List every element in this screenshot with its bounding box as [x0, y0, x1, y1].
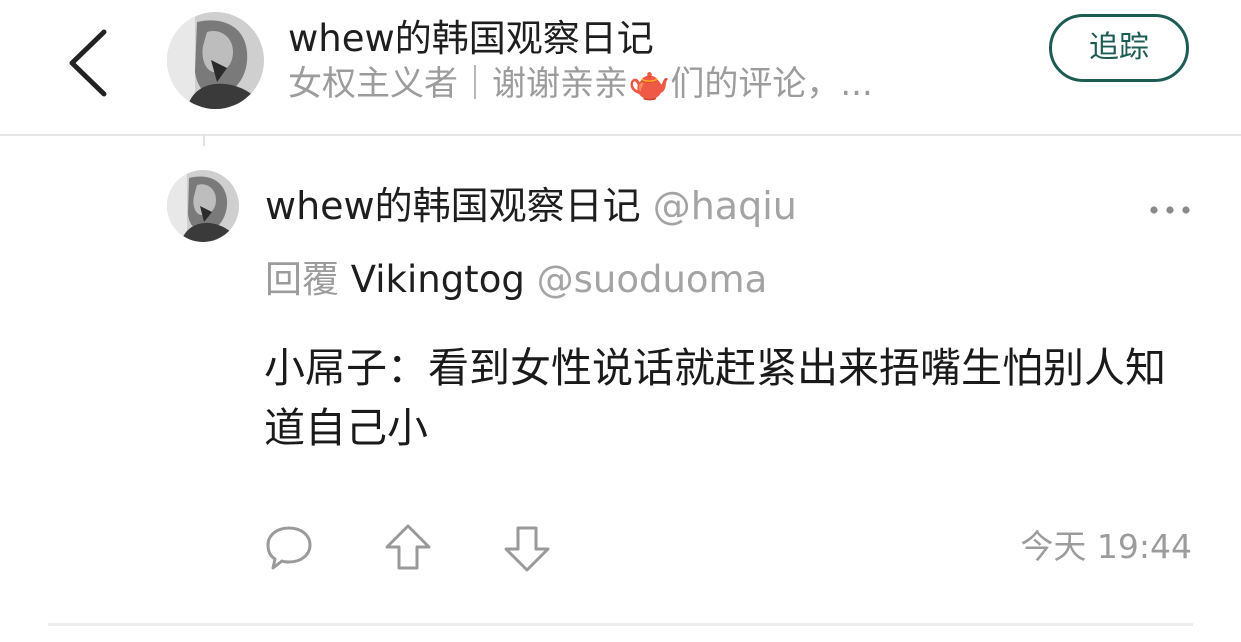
upvote-arrow-icon[interactable] [382, 522, 434, 574]
thread-connector [203, 134, 205, 146]
comment-bubble-icon[interactable] [263, 522, 315, 574]
reply-label: 回覆 [265, 258, 339, 301]
author-handle: @haqiu [652, 184, 797, 228]
downvote-arrow-icon[interactable] [501, 522, 553, 574]
more-options-icon[interactable] [1148, 195, 1192, 225]
divider [48, 623, 1193, 626]
top-bar: whew的韩国观察日记 女权主义者｜谢谢亲亲🫖们的评论，... 追踪 [0, 0, 1241, 136]
post-body: 小屌子：看到女性说话就赶紧出来捂嘴生怕别人知道自己小 [264, 344, 1166, 452]
back-chevron-icon[interactable] [62, 26, 118, 100]
reply-to-name[interactable]: Vikingtog [351, 258, 525, 301]
reply-to-line: 回覆 Vikingtog @suoduoma [265, 256, 767, 304]
follow-button[interactable]: 追踪 [1049, 14, 1189, 82]
reply-to-handle: @suoduoma [536, 258, 768, 301]
page-title: whew的韩国观察日记 [288, 17, 654, 60]
author-name[interactable]: whew的韩国观察日记 [265, 184, 641, 228]
author-line: whew的韩国观察日记 @haqiu [265, 182, 797, 230]
page-subtitle: 女权主义者｜谢谢亲亲🫖们的评论，... [288, 64, 873, 104]
author-avatar[interactable] [167, 170, 239, 242]
header-avatar[interactable] [167, 12, 264, 109]
post-timestamp: 今天 19:44 [1020, 527, 1192, 566]
